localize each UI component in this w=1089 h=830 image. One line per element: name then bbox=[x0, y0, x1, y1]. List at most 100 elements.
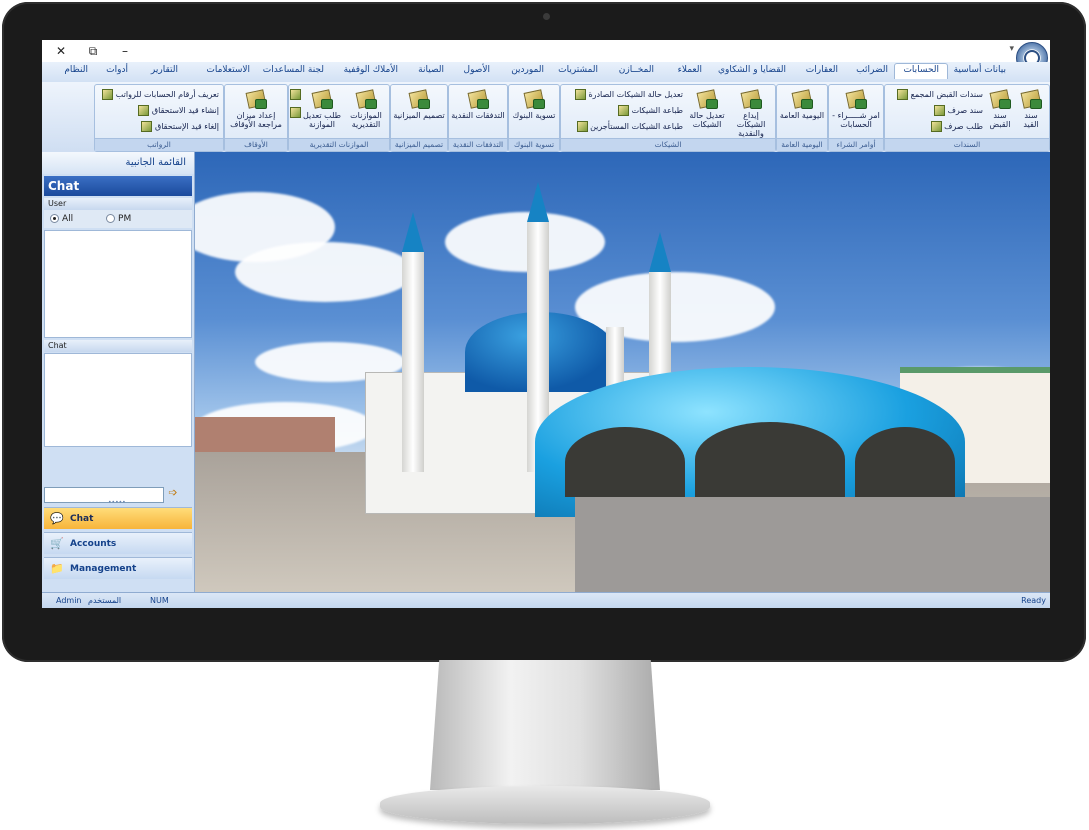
tab-cases-complaints[interactable]: القضايا و الشكاوي bbox=[718, 65, 786, 75]
chat-icon: 💬 bbox=[50, 512, 64, 525]
tab-reports[interactable]: التقارير bbox=[151, 65, 178, 75]
issued-cheque-status-button[interactable]: تعديل حالة الشيكات الصادرة bbox=[573, 89, 683, 100]
salary-icon bbox=[141, 121, 153, 132]
small-action-icon-2[interactable] bbox=[288, 107, 301, 118]
cheque-icon bbox=[740, 89, 762, 109]
salary-accounts-button[interactable]: تعريف أرقام الحسابات للرواتب bbox=[100, 89, 219, 100]
deposit-cheques-button[interactable]: إيداع الشيكات والنقدية bbox=[729, 89, 773, 138]
tab-purchases[interactable]: المشتريات bbox=[558, 65, 598, 75]
bank-reconciliation-button[interactable]: تسوية البنوك bbox=[511, 89, 557, 120]
voucher-icon bbox=[897, 89, 909, 100]
group-title: تسوية البنوك bbox=[509, 138, 559, 151]
tab-assets[interactable]: الأصول bbox=[464, 65, 490, 75]
webcam bbox=[543, 13, 550, 20]
nav-chat-button[interactable]: 💬 Chat bbox=[44, 507, 192, 529]
group-title: أوامر الشراء bbox=[829, 138, 883, 151]
voucher-icon bbox=[989, 89, 1011, 109]
small-action-icon-1[interactable] bbox=[288, 89, 301, 100]
group-vouchers: سند القيد سند القبض سندات القبض المجمع س… bbox=[884, 84, 1050, 152]
cancel-accrual-button[interactable]: إلغاء قيد الإستحقاق bbox=[139, 121, 219, 132]
group-title: السندات bbox=[885, 138, 1049, 151]
accounts-icon: 🛒 bbox=[50, 537, 64, 550]
menu-bar: بيانات أساسية الحسابات الضرائب العقارات … bbox=[42, 62, 1050, 83]
estimated-budgets-button[interactable]: الموازنات التقديرية bbox=[345, 89, 387, 129]
group-endowments: إعداد ميزان مراجعة الأوقاف الأوقاف bbox=[224, 84, 288, 152]
group-title: التدفقات النقدية bbox=[449, 138, 507, 151]
budget-amendment-button[interactable]: طلب تعديل الموازنة bbox=[301, 89, 343, 129]
budget-icon bbox=[355, 89, 377, 109]
tab-aid-committee[interactable]: لجنة المساعدات bbox=[263, 65, 324, 75]
group-budget-design: تصميم الميزانية تصميم الميزانية bbox=[390, 84, 448, 152]
tab-basic-data[interactable]: بيانات أساسية bbox=[954, 65, 1006, 75]
tab-endowments[interactable]: الأملاك الوقفية bbox=[344, 65, 398, 75]
print-tenant-cheques-button[interactable]: طباعة الشيكات المستأجرين bbox=[575, 121, 683, 132]
combined-receipts-button[interactable]: سندات القبض المجمع bbox=[895, 89, 983, 100]
splitter-grip[interactable]: ••••• bbox=[108, 499, 126, 506]
minimize-icon[interactable]: – bbox=[112, 42, 138, 60]
group-estimated-budgets: الموازنات التقديرية طلب تعديل الموازنة ا… bbox=[288, 84, 390, 152]
cheque-icon bbox=[696, 89, 718, 109]
salary-icon bbox=[102, 89, 114, 100]
ribbon: سند القيد سند القبض سندات القبض المجمع س… bbox=[42, 82, 1050, 153]
payment-voucher-button[interactable]: سند صرف bbox=[932, 105, 983, 116]
quick-access-dropdown-icon[interactable]: ▾ bbox=[1009, 44, 1014, 54]
tab-tools[interactable]: أدوات bbox=[106, 65, 128, 75]
purchase-order-button[interactable]: امر شـــــراء - الحسابات bbox=[831, 89, 881, 129]
tab-inquiries[interactable]: الاستعلامات bbox=[206, 65, 250, 75]
bank-icon bbox=[523, 89, 545, 109]
group-title: اليومية العامة bbox=[777, 138, 827, 151]
group-purchase-orders: امر شـــــراء - الحسابات أوامر الشراء bbox=[828, 84, 884, 152]
group-title: الشيكات bbox=[561, 138, 775, 151]
group-salaries: تعريف أرقام الحسابات للرواتب إنشاء قيد ا… bbox=[94, 84, 224, 152]
payment-request-button[interactable]: طلب صرف bbox=[929, 121, 983, 132]
tab-suppliers[interactable]: الموردين bbox=[511, 65, 544, 75]
nav-accounts-button[interactable]: 🛒 Accounts bbox=[44, 532, 192, 554]
print-icon bbox=[576, 121, 588, 132]
radio-pm[interactable] bbox=[106, 214, 116, 223]
radio-all[interactable] bbox=[50, 214, 59, 223]
tool-icon bbox=[290, 89, 301, 100]
nav-management-button[interactable]: 📁 Management bbox=[44, 557, 192, 579]
journal-icon bbox=[791, 89, 813, 109]
endowment-trial-balance-button[interactable]: إعداد ميزان مراجعة الأوقاف bbox=[227, 89, 285, 129]
status-bar: Admin المستخدم NUM Ready bbox=[42, 592, 1050, 608]
salary-icon bbox=[138, 105, 150, 116]
budget-design-button[interactable]: تصميم الميزانية bbox=[393, 89, 445, 120]
group-cheques: إيداع الشيكات والنقدية تعديل حالة الشيكا… bbox=[560, 84, 776, 152]
chat-panel-title: Chat bbox=[44, 176, 192, 196]
title-bar: ✕ ⧉ – ▾ bbox=[42, 40, 1050, 74]
radio-all-label: All bbox=[62, 214, 74, 224]
journal-voucher-button[interactable]: سند القيد bbox=[1017, 89, 1045, 129]
monitor-base bbox=[380, 786, 710, 824]
group-title: تصميم الميزانية bbox=[391, 138, 447, 151]
tab-taxes[interactable]: الضرائب bbox=[856, 65, 888, 75]
user-list[interactable] bbox=[44, 230, 192, 338]
app-window: ✕ ⧉ – ▾ بيانات أساسية الحسابات الضرائب ا… bbox=[42, 40, 1050, 608]
restore-icon[interactable]: ⧉ bbox=[80, 42, 106, 60]
management-icon: 📁 bbox=[50, 562, 64, 575]
radio-pm-label: PM bbox=[118, 214, 132, 224]
tab-system[interactable]: النظام bbox=[64, 65, 88, 75]
tab-real-estate[interactable]: العقارات bbox=[806, 65, 838, 75]
receipt-voucher-button[interactable]: سند القبض bbox=[985, 89, 1015, 129]
chat-header: Chat bbox=[44, 340, 192, 352]
general-journal-button[interactable]: اليومية العامة bbox=[779, 89, 825, 120]
tab-accounts[interactable]: الحسابات bbox=[894, 63, 948, 79]
close-icon[interactable]: ✕ bbox=[48, 42, 74, 60]
chat-message-input[interactable] bbox=[44, 487, 164, 503]
status-user-value: Admin bbox=[56, 596, 82, 605]
status-num: NUM bbox=[150, 596, 169, 605]
user-filter: All PM bbox=[44, 210, 192, 228]
background-image bbox=[195, 152, 1050, 592]
chat-messages[interactable] bbox=[44, 353, 192, 447]
tab-customers[interactable]: العملاء bbox=[678, 65, 702, 75]
cash-flows-button[interactable]: التدفقات النقدية bbox=[451, 89, 505, 120]
voucher-icon bbox=[934, 105, 946, 116]
print-cheques-button[interactable]: طباعة الشيكات bbox=[616, 105, 683, 116]
cheque-status-button[interactable]: تعديل حالة الشيكات bbox=[687, 89, 727, 129]
tab-warehouses[interactable]: المخــازن bbox=[619, 65, 654, 75]
send-icon[interactable]: ➩ bbox=[162, 485, 184, 501]
create-accrual-button[interactable]: إنشاء قيد الاستحقاق bbox=[136, 105, 219, 116]
monitor-stand bbox=[430, 660, 660, 790]
tab-maintenance[interactable]: الصيانة bbox=[418, 65, 444, 75]
